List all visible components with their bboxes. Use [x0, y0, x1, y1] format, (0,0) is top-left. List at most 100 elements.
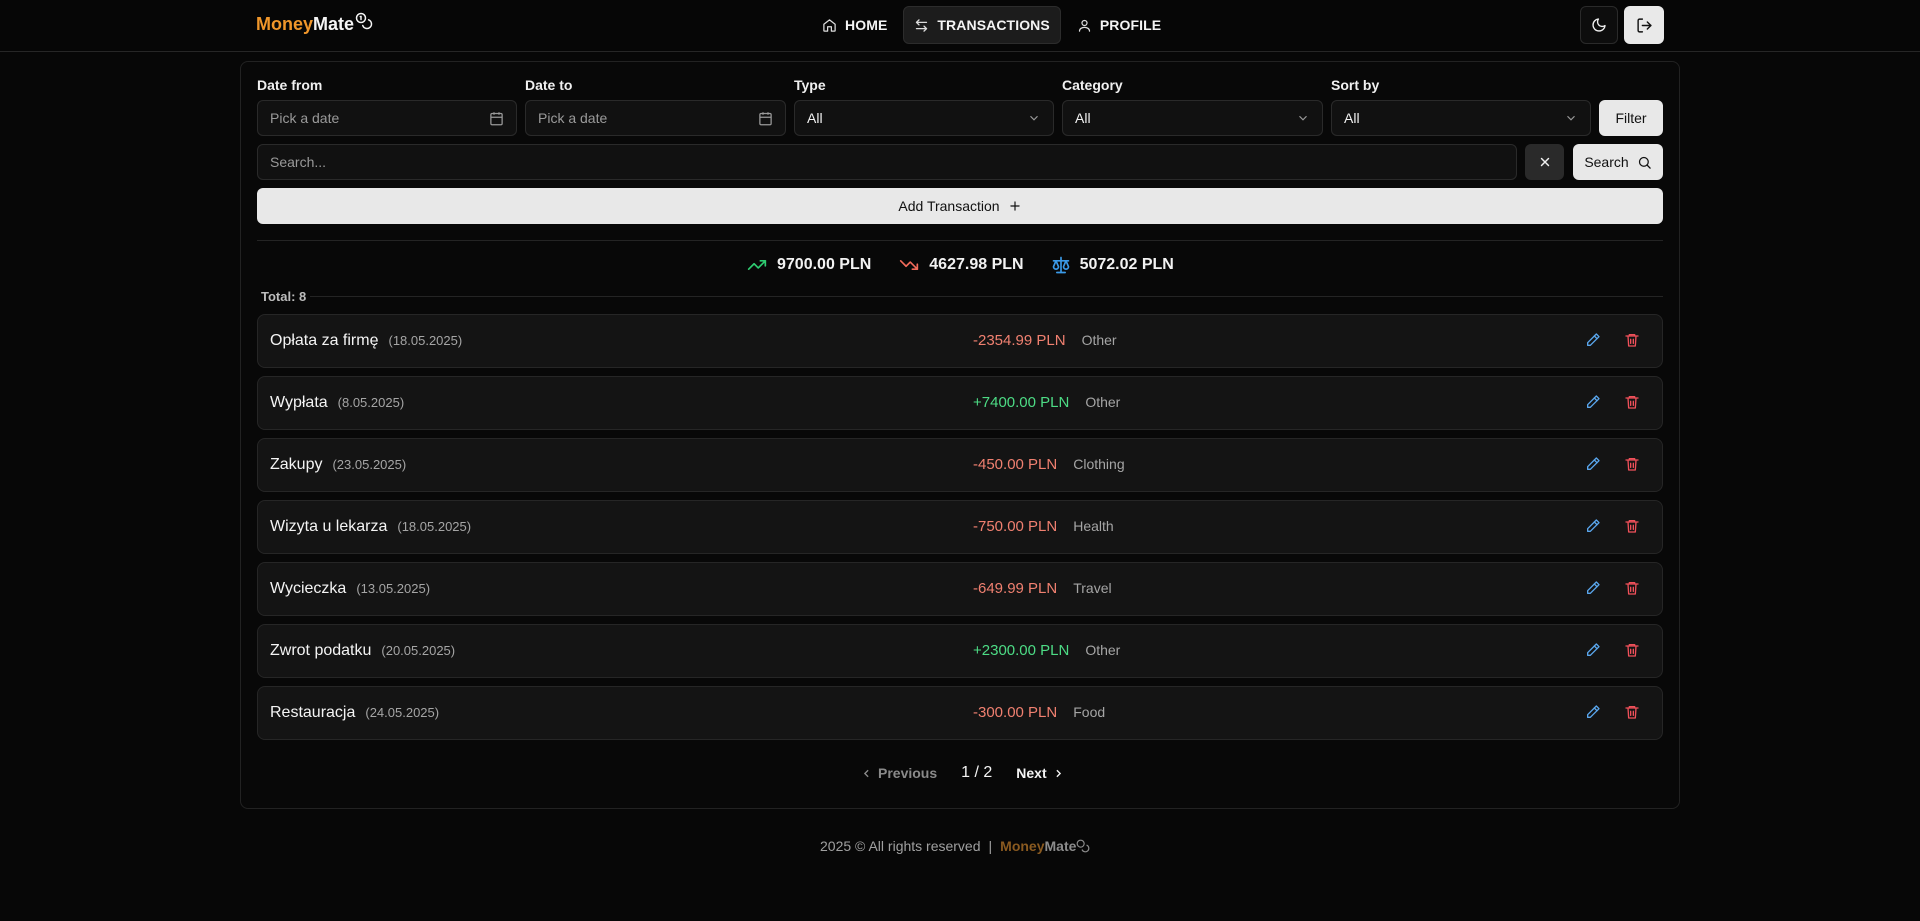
moon-icon: [1592, 18, 1606, 32]
main-nav: HOME TRANSACTIONS PROFILE: [812, 6, 1171, 44]
logout-icon: [1636, 17, 1652, 33]
transaction-title: Wycieczka: [270, 580, 347, 597]
nav-home-label: HOME: [845, 17, 888, 33]
transaction-name: Zwrot podatku (20.05.2025): [270, 642, 455, 660]
chevron-down-icon: [1567, 115, 1575, 121]
transaction-amount: -300.00 PLN: [973, 704, 1058, 721]
edit-button[interactable]: [1585, 394, 1601, 413]
category-select-value: All: [1075, 110, 1091, 126]
delete-button[interactable]: [1624, 456, 1640, 475]
transaction-name: Wycieczka (13.05.2025): [270, 580, 430, 598]
type-select[interactable]: All: [794, 100, 1054, 136]
transaction-amount: +2300.00 PLN: [973, 642, 1070, 659]
transaction-amount-group: -2354.99 PLN Other: [973, 332, 1117, 349]
date-to-label: Date to: [525, 77, 573, 93]
page-indicator: 1 / 2: [961, 764, 993, 781]
edit-button[interactable]: [1585, 332, 1601, 351]
edit-button[interactable]: [1585, 518, 1601, 537]
search-input[interactable]: Search...: [257, 144, 1517, 180]
date-from-picker[interactable]: Pick a date: [257, 100, 517, 136]
transaction-category: Other: [1085, 394, 1121, 410]
clear-search-button[interactable]: [1525, 144, 1564, 180]
transaction-date: (20.05.2025): [381, 643, 456, 658]
expense-stat: 4627.98 PLN: [897, 255, 1024, 275]
delete-button[interactable]: [1624, 704, 1640, 723]
balance-stat: 5072.02 PLN: [1050, 255, 1174, 275]
transaction-row[interactable]: Restauracja (24.05.2025) -300.00 PLN Food: [257, 686, 1663, 740]
search-button-label: Search: [1584, 154, 1629, 170]
next-page-button[interactable]: Next: [1016, 765, 1064, 781]
pencil-icon: [1587, 581, 1600, 594]
type-label: Type: [794, 77, 826, 93]
sort-select-value: All: [1344, 110, 1360, 126]
expense-value: 4627.98 PLN: [929, 256, 1024, 273]
scale-icon: [1052, 256, 1069, 274]
edit-button[interactable]: [1585, 642, 1601, 661]
date-to-picker[interactable]: Pick a date: [525, 100, 786, 136]
navbar: Money Mate HOME TRANSACTIONS PROFILE: [0, 0, 1920, 52]
transaction-row[interactable]: Wycieczka (13.05.2025) -649.99 PLN Travel: [257, 562, 1663, 616]
transaction-amount-group: -649.99 PLN Travel: [973, 580, 1112, 597]
add-transaction-button[interactable]: Add Transaction: [257, 188, 1663, 224]
transaction-date: (18.05.2025): [397, 519, 472, 534]
transaction-amount: -450.00 PLN: [973, 456, 1058, 473]
transaction-row[interactable]: Zakupy (23.05.2025) -450.00 PLN Clothing: [257, 438, 1663, 492]
chevron-down-icon: [1299, 115, 1307, 121]
footer: 2025 © All rights reserved | Money Mate: [820, 838, 1090, 854]
footer-brand-logo: Money Mate: [1000, 838, 1090, 854]
arrows-swap-icon: [916, 18, 928, 32]
trash-icon: [1625, 458, 1639, 471]
trash-icon: [1625, 582, 1639, 595]
date-from-label: Date from: [257, 77, 323, 93]
calendar-icon: [759, 111, 772, 125]
delete-button[interactable]: [1624, 394, 1640, 413]
brand-logo[interactable]: Money Mate: [256, 12, 373, 35]
edit-button[interactable]: [1585, 580, 1601, 599]
logout-button[interactable]: [1624, 6, 1664, 44]
footer-brand-part2: Mate: [1044, 838, 1077, 854]
delete-button[interactable]: [1624, 518, 1640, 537]
transaction-row[interactable]: Zwrot podatku (20.05.2025) +2300.00 PLN Oth…: [257, 624, 1663, 678]
plus-icon: [1009, 201, 1020, 211]
theme-toggle-button[interactable]: [1580, 6, 1618, 44]
delete-button[interactable]: [1624, 580, 1640, 599]
home-icon: [823, 18, 836, 32]
transaction-amount-group: +2300.00 PLN Other: [973, 642, 1120, 659]
transaction-date: (24.05.2025): [365, 705, 440, 720]
transaction-row[interactable]: Wizyta u lekarza (18.05.2025) -750.00 PLN H…: [257, 500, 1663, 554]
pencil-icon: [1587, 519, 1600, 532]
delete-button[interactable]: [1624, 642, 1640, 661]
transaction-amount: +7400.00 PLN: [973, 394, 1070, 411]
filter-button[interactable]: Filter: [1599, 100, 1663, 136]
transaction-row[interactable]: Wypłata (8.05.2025) +7400.00 PLN Other: [257, 376, 1663, 430]
transaction-category: Other: [1081, 332, 1117, 348]
summary-stats: 9700.00 PLN 4627.98 PLN 5072.02 PLN: [745, 255, 1174, 275]
previous-page-button[interactable]: Previous: [860, 765, 937, 781]
nav-profile[interactable]: PROFILE: [1067, 6, 1171, 44]
transaction-name: Restauracja (24.05.2025): [270, 704, 439, 722]
date-to-placeholder: Pick a date: [538, 110, 608, 126]
nav-home[interactable]: HOME: [812, 6, 897, 44]
category-select[interactable]: All: [1062, 100, 1323, 136]
edit-button[interactable]: [1585, 704, 1601, 723]
transaction-amount-group: -300.00 PLN Food: [973, 704, 1105, 721]
pencil-icon: [1587, 643, 1600, 656]
nav-transactions[interactable]: TRANSACTIONS: [903, 6, 1061, 44]
edit-button[interactable]: [1585, 456, 1601, 475]
trash-icon: [1625, 396, 1639, 409]
search-icon: [1638, 156, 1651, 169]
brand-part1: Money: [256, 14, 314, 34]
delete-button[interactable]: [1624, 332, 1640, 351]
trending-down-icon: [900, 260, 919, 270]
trash-icon: [1625, 706, 1639, 719]
transaction-category: Health: [1073, 518, 1114, 534]
sort-select[interactable]: All: [1331, 100, 1591, 136]
trash-icon: [1625, 644, 1639, 657]
divider: [257, 240, 1663, 241]
search-button[interactable]: Search: [1573, 144, 1663, 180]
transaction-row[interactable]: Opłata za firmę (18.05.2025) -2354.99 PLN O…: [257, 314, 1663, 368]
transaction-name: Opłata za firmę (18.05.2025): [270, 332, 462, 350]
coins-icon: [1076, 839, 1090, 853]
previous-label: Previous: [878, 765, 938, 781]
transaction-amount-group: +7400.00 PLN Other: [973, 394, 1120, 411]
